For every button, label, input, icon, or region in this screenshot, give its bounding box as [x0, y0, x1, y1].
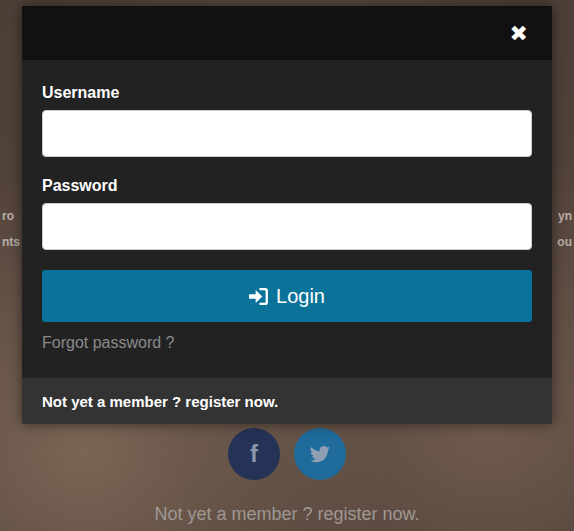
background-text-left: ronts	[2, 203, 20, 255]
register-link[interactable]: Not yet a member ? register now.	[42, 393, 278, 410]
register-link[interactable]: Not yet a member ? register now.	[154, 504, 419, 525]
field-label: Password	[42, 177, 532, 195]
background-text: ou	[557, 229, 572, 255]
form-field: Username	[42, 84, 532, 157]
social-links: f	[228, 428, 346, 480]
facebook-button[interactable]: f	[228, 428, 280, 480]
background-text: ro	[2, 203, 20, 229]
twitter-button[interactable]	[294, 428, 346, 480]
login-modal: ✖ Username Password Login Forgot passwor…	[22, 6, 552, 424]
twitter-icon	[309, 443, 331, 465]
modal-body: Username Password Login Forgot password …	[22, 60, 552, 378]
sign-in-icon	[249, 288, 268, 305]
login-label: Login	[276, 285, 325, 308]
form-field: Password	[42, 177, 532, 250]
password-input[interactable]	[42, 203, 532, 250]
background-text: yn	[557, 203, 572, 229]
login-page: ronts ynou f Not yet a member ? register…	[0, 0, 574, 531]
modal-footer: Not yet a member ? register now.	[22, 378, 552, 424]
forgot-password-link[interactable]: Forgot password ?	[42, 334, 532, 352]
facebook-icon: f	[250, 440, 258, 468]
modal-header: ✖	[22, 6, 552, 60]
background-text: nts	[2, 229, 20, 255]
login-button[interactable]: Login	[42, 270, 532, 322]
close-button[interactable]: ✖	[510, 21, 528, 46]
background-text-right: ynou	[557, 203, 572, 255]
field-label: Username	[42, 84, 532, 102]
username-input[interactable]	[42, 110, 532, 157]
